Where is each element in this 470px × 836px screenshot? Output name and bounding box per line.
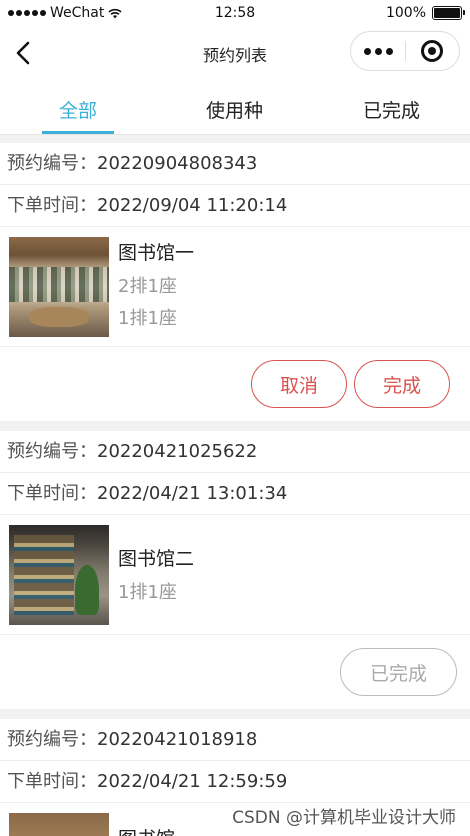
library-thumbnail xyxy=(9,525,109,625)
order-time-label: 下单时间： xyxy=(7,771,97,792)
order-time-row: 下单时间：2022/09/04 11:20:14 xyxy=(0,185,470,227)
library-item[interactable]: 图书馆一 2排1座 1排1座 xyxy=(0,227,470,347)
reservation-list: 预约编号：20220904808343 下单时间：2022/09/04 11:2… xyxy=(0,143,470,836)
status-bar: WeChat 12:58 100% xyxy=(0,0,470,28)
order-number-value: 20220421018918 xyxy=(97,729,258,750)
card-actions: 已完成 xyxy=(0,635,470,709)
order-time-label: 下单时间： xyxy=(7,195,97,216)
order-number-label: 预约编号： xyxy=(7,441,97,462)
library-info: 图书馆一 2排1座 1排1座 xyxy=(118,237,194,336)
watermark: CSDN @计算机毕业设计大师 xyxy=(232,808,456,828)
filter-tabs: 全部 使用种 已完成 xyxy=(0,78,470,135)
target-icon xyxy=(421,40,444,62)
library-item[interactable]: 图书馆二 1排1座 xyxy=(0,515,470,635)
tab-all[interactable]: 全部 xyxy=(0,78,156,134)
tab-completed[interactable]: 已完成 xyxy=(313,78,470,134)
order-number-row: 预约编号：20220904808343 xyxy=(0,143,470,185)
order-number-label: 预约编号： xyxy=(7,729,97,750)
complete-button[interactable]: 完成 xyxy=(354,360,450,408)
cancel-button[interactable]: 取消 xyxy=(251,360,347,408)
library-name: 图书馆 xyxy=(118,825,175,836)
seat-label: 1排1座 xyxy=(118,308,177,329)
reservation-card: 预约编号：20220421025622 下单时间：2022/04/21 13:0… xyxy=(0,431,470,709)
battery-icon xyxy=(432,6,465,20)
order-number-value: 20220421025622 xyxy=(97,441,258,462)
order-number-row: 预约编号：20220421018918 xyxy=(0,719,470,761)
library-thumbnail xyxy=(9,813,109,836)
library-thumbnail xyxy=(9,237,109,337)
battery-area: 100% xyxy=(385,5,465,21)
battery-percent: 100% xyxy=(385,5,426,21)
order-time-value: 2022/09/04 11:20:14 xyxy=(97,195,288,216)
order-time-value: 2022/04/21 12:59:59 xyxy=(97,771,288,792)
library-info: 图书馆二 1排1座 xyxy=(118,525,194,624)
mini-program-capsule xyxy=(350,31,460,71)
seat-label: 2排1座 xyxy=(118,276,177,297)
order-time-row: 下单时间：2022/04/21 13:01:34 xyxy=(0,473,470,515)
nav-bar: 预约列表 xyxy=(0,28,470,78)
more-options-icon[interactable] xyxy=(351,31,405,71)
order-number-value: 20220904808343 xyxy=(97,153,258,174)
order-number-row: 预约编号：20220421025622 xyxy=(0,431,470,473)
seat-label: 1排1座 xyxy=(118,582,177,603)
completed-status-button[interactable]: 已完成 xyxy=(340,648,457,696)
order-time-row: 下单时间：2022/04/21 12:59:59 xyxy=(0,761,470,803)
tab-in-use[interactable]: 使用种 xyxy=(156,78,313,134)
order-time-value: 2022/04/21 13:01:34 xyxy=(97,483,288,504)
close-mini-program-button[interactable] xyxy=(406,31,459,71)
order-time-label: 下单时间： xyxy=(7,483,97,504)
order-number-label: 预约编号： xyxy=(7,153,97,174)
library-info: 图书馆 xyxy=(118,813,175,836)
library-name: 图书馆一 xyxy=(118,242,195,264)
library-name: 图书馆二 xyxy=(118,548,195,570)
reservation-card: 预约编号：20220904808343 下单时间：2022/09/04 11:2… xyxy=(0,143,470,421)
card-actions: 取消 完成 xyxy=(0,347,470,421)
